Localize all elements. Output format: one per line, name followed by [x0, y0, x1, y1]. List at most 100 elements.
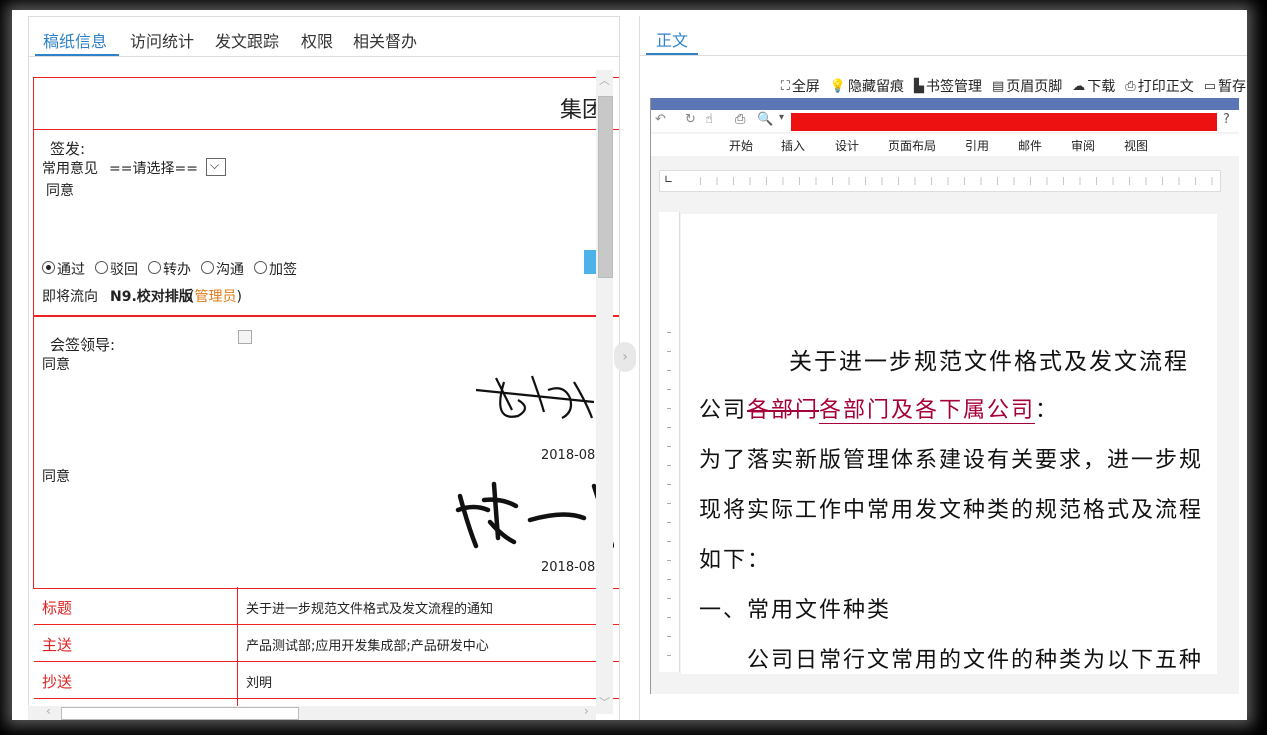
print-preview-icon[interactable]: 🔍 [757, 112, 773, 127]
left-horizontal-scrollbar[interactable]: ‹ › [28, 704, 596, 720]
cell-divider [237, 587, 238, 624]
opinion-select-placeholder[interactable]: ==请选择== [109, 158, 198, 178]
ribbon-tab-design[interactable]: 设计 [835, 137, 859, 154]
table-row: 抄送 刘明 [34, 661, 619, 699]
hide-track-changes-button[interactable]: 💡 隐藏留痕 [830, 74, 904, 98]
radio-reject-label: 驳回 [110, 262, 138, 278]
decision-radio-group: 通过 驳回 转办 沟通 加签 [42, 258, 342, 278]
tab-dispatch-tracking[interactable]: 发文跟踪 [215, 28, 279, 52]
doc-salutation: 公司各部门各部门及各下属公司： [699, 392, 1059, 424]
next-flow-node: N9.校对排版 [110, 289, 193, 305]
opinion-text[interactable]: 同意 [46, 180, 74, 200]
radio-pass[interactable] [42, 261, 55, 274]
print-icon: ⎙ [1125, 78, 1136, 94]
ribbon-tab-view[interactable]: 视图 [1124, 137, 1148, 154]
scroll-up-icon[interactable]: ︿ [599, 72, 610, 88]
doc-paragraph-1: 为了落实新版管理体系建设有关要求，进一步规 [699, 448, 1204, 473]
undo-icon[interactable]: ↶ [655, 112, 666, 127]
horizontal-ruler[interactable]: ∟ [659, 170, 1221, 192]
doc-title: 关于进一步规范文件格式及发文流程 [789, 349, 1189, 375]
word-title-bar [651, 98, 1239, 110]
countersign-label: 会签领导: [50, 336, 116, 354]
download-button[interactable]: ☁ 下载 [1072, 74, 1115, 98]
customize-toolbar-icon[interactable]: ▾ [779, 112, 784, 123]
next-flow-label: 即将流向 [42, 289, 98, 305]
doc-salutation-prefix: 公司 [699, 398, 748, 423]
fullscreen-icon: ⛶ [780, 78, 790, 94]
radio-pass-label: 通过 [57, 262, 85, 278]
tab-related-supervision[interactable]: 相关督办 [353, 28, 417, 52]
doc-heading-1: 一、常用文件种类 [699, 598, 892, 623]
word-help-button[interactable]: ? [1223, 112, 1230, 127]
radio-communicate-label: 沟通 [216, 262, 244, 278]
ribbon-tab-mailings[interactable]: 邮件 [1018, 137, 1042, 154]
table-row: 标题 关于进一步规范文件格式及发文流程的通知 [34, 587, 619, 625]
doc-inserted-text: 各部门及各下属公司 [819, 398, 1036, 424]
draft-form: 集团 签发: 常用意见 ==请选择== ⌵ 同意 通过 驳回 转办 沟通 加签 … [33, 77, 619, 720]
signature-image-2 [455, 481, 614, 549]
scroll-left-icon[interactable]: ‹ [46, 704, 51, 718]
left-horizontal-scroll-thumb[interactable] [61, 707, 299, 720]
form-header: 集团 [33, 77, 619, 130]
header-footer-label: 页眉页脚 [1006, 79, 1063, 95]
header-footer-button[interactable]: ▤ 页眉页脚 [992, 74, 1062, 98]
radio-reject[interactable] [95, 261, 108, 274]
left-vertical-scrollbar[interactable]: ︿ ﹀ [596, 70, 613, 714]
redo-icon[interactable]: ↻ [685, 112, 696, 127]
ribbon-tab-review[interactable]: 审阅 [1071, 137, 1095, 154]
cell-divider [237, 661, 238, 698]
word-ribbon-tabs: 开始 插入 设计 页面布局 引用 邮件 审阅 视图 [651, 134, 1239, 156]
row-label-title: 标题 [42, 599, 73, 617]
radio-communicate[interactable] [201, 261, 214, 274]
row-value-title: 关于进一步规范文件格式及发文流程的通知 [246, 602, 494, 617]
ruler-ticks [700, 177, 1216, 185]
row-label-cc: 抄送 [42, 673, 73, 691]
bookmark-icon: ▙ [914, 78, 924, 94]
save-draft-button[interactable]: ▭ 暂存 [1204, 74, 1246, 98]
countersign-opinion-2: 同意 [42, 469, 70, 485]
tab-body-text[interactable]: 正文 [656, 27, 688, 51]
header-footer-icon: ▤ [992, 78, 1005, 94]
print-body-button[interactable]: ⎙ 打印正文 [1125, 74, 1193, 98]
common-opinion-label: 常用意见 [42, 161, 98, 177]
active-tab-indicator [35, 54, 119, 56]
vertical-ruler [659, 212, 680, 672]
broken-image-icon [238, 330, 252, 344]
save-draft-label: 暂存 [1218, 79, 1246, 95]
countersign-opinion-1: 同意 [42, 357, 70, 373]
tab-stop-icon[interactable]: ∟ [664, 173, 673, 186]
left-vertical-scroll-thumb[interactable] [598, 96, 613, 278]
tab-draft-info[interactable]: 稿纸信息 [43, 28, 107, 52]
left-tab-bar: 稿纸信息 访问统计 发文跟踪 权限 相关督办 [29, 17, 619, 57]
fullscreen-button[interactable]: ⛶ 全屏 [781, 74, 820, 98]
doc-deleted-text: 各部门 [747, 398, 820, 423]
touch-mode-icon[interactable]: ☝ [705, 112, 713, 127]
doc-paragraph-4: 公司日常行文常用的文件的种类为以下五种 [747, 648, 1204, 673]
document-page[interactable]: 关于进一步规范文件格式及发文流程 公司各部门各部门及各下属公司： 为了落实新版管… [681, 214, 1217, 674]
row-value-cc: 刘明 [246, 676, 273, 691]
bulb-icon: 💡 [829, 78, 846, 94]
bookmark-manage-label: 书签管理 [926, 79, 982, 95]
tab-permissions[interactable]: 权限 [301, 28, 333, 52]
radio-transfer-label: 转办 [163, 262, 191, 278]
save-icon: ▭ [1203, 78, 1216, 94]
bookmark-manage-button[interactable]: ▙ 书签管理 [914, 74, 982, 98]
tab-visit-stats[interactable]: 访问统计 [130, 28, 194, 52]
opinion-select-dropdown[interactable]: ⌵ [206, 158, 226, 176]
row-label-main-recipient: 主送 [42, 636, 73, 654]
fullscreen-label: 全屏 [791, 79, 820, 95]
quick-print-icon[interactable]: ⎙ [735, 112, 745, 127]
radio-transfer[interactable] [148, 261, 161, 274]
ribbon-tab-home[interactable]: 开始 [729, 137, 753, 154]
scroll-right-icon[interactable]: › [584, 704, 589, 718]
ribbon-tab-insert[interactable]: 插入 [781, 137, 805, 154]
hide-track-changes-label: 隐藏留痕 [848, 79, 904, 95]
collapse-panel-button[interactable]: › [614, 342, 636, 372]
radio-add-sign[interactable] [254, 261, 267, 274]
doc-salutation-suffix: ： [1035, 398, 1060, 423]
scroll-down-icon[interactable]: ﹀ [599, 694, 610, 710]
next-flow-role: 管理员 [194, 289, 237, 305]
ribbon-tab-layout[interactable]: 页面布局 [888, 137, 936, 154]
table-row: 主送 产品测试部;应用开发集成部;产品研发中心 [34, 624, 619, 662]
ribbon-tab-references[interactable]: 引用 [965, 137, 989, 154]
